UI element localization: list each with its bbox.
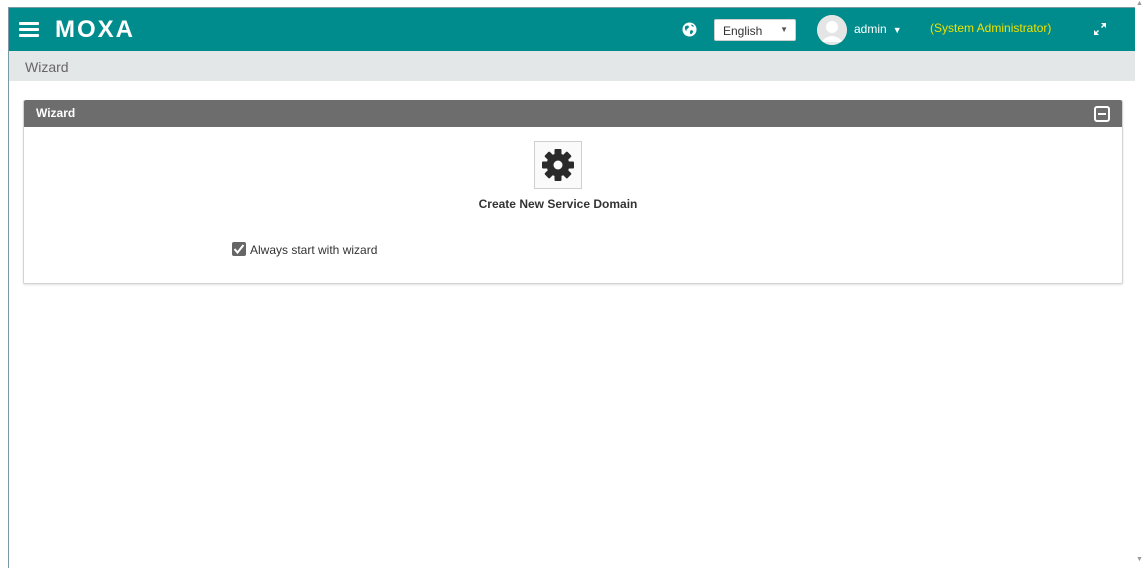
gear-icon	[542, 149, 574, 181]
avatar-icon	[817, 15, 847, 45]
wizard-panel: Wizard Create New Service Domain Always …	[23, 100, 1123, 284]
user-menu[interactable]: admin ▼	[854, 22, 902, 36]
panel-header: Wizard	[24, 100, 1122, 127]
top-navbar: MOXA English ▼ admin ▼ (System Administra…	[9, 8, 1135, 51]
chevron-down-icon: ▼	[780, 25, 788, 34]
language-select-value: English	[723, 24, 763, 38]
username: admin	[854, 22, 887, 36]
avatar[interactable]	[817, 15, 847, 45]
user-role: (System Administrator)	[930, 21, 1052, 35]
breadcrumb-bar: Wizard	[9, 51, 1135, 81]
panel-title: Wizard	[36, 106, 76, 120]
create-service-domain-tile[interactable]	[534, 141, 582, 189]
always-start-wizard-checkbox[interactable]	[232, 242, 246, 256]
collapse-icon[interactable]	[1094, 106, 1110, 122]
always-start-wizard-label: Always start with wizard	[250, 243, 378, 257]
user-menu-caret-icon: ▼	[892, 25, 902, 35]
scroll-up-arrow-icon[interactable]: ▲	[1136, 0, 1142, 7]
hamburger-menu-icon[interactable]	[19, 22, 39, 38]
language-select[interactable]: English ▼	[714, 19, 796, 41]
create-service-domain-label[interactable]: Create New Service Domain	[424, 197, 692, 211]
app-window: MOXA English ▼ admin ▼ (System Administra…	[8, 7, 1135, 568]
checkmark-icon	[233, 244, 245, 255]
globe-icon	[682, 22, 697, 37]
expand-icon[interactable]	[1092, 21, 1108, 37]
brand-logo: MOXA	[55, 16, 135, 43]
breadcrumb: Wizard	[25, 59, 69, 75]
scroll-down-arrow-icon[interactable]: ▼	[1136, 556, 1142, 563]
